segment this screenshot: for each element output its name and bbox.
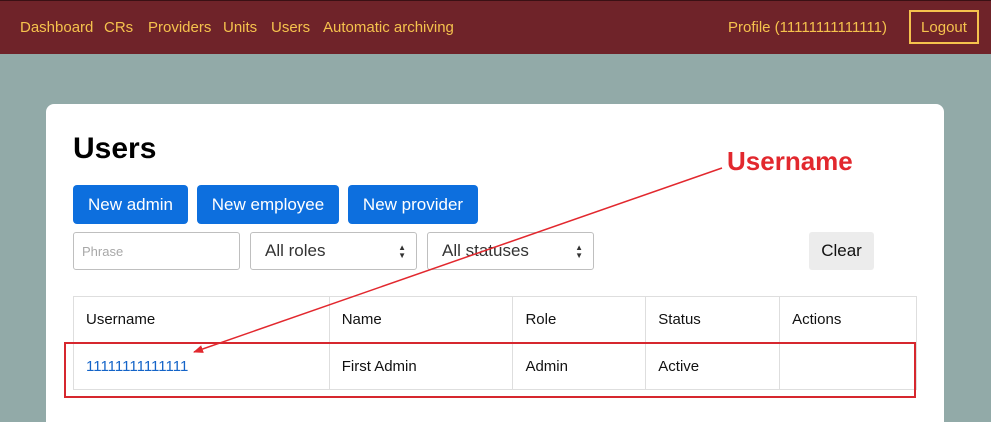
role-cell: Admin <box>512 342 647 390</box>
column-header-status: Status <box>645 296 781 343</box>
new-provider-button[interactable]: New provider <box>348 185 478 224</box>
users-table: Username Name Role Status Actions 111111… <box>73 296 917 390</box>
role-filter-select[interactable]: All roles ▲ ▼ <box>250 232 417 270</box>
status-cell: Active <box>645 342 781 390</box>
actions-cell <box>779 342 917 390</box>
username-link[interactable]: 11111111111111 <box>86 358 188 375</box>
nav-providers-link[interactable]: Providers <box>148 19 211 36</box>
column-header-name: Name <box>328 296 514 343</box>
nav-units-link[interactable]: Units <box>223 19 257 36</box>
phrase-search-input[interactable] <box>73 232 240 270</box>
nav-profile-link[interactable]: Profile (11111111111111) <box>728 19 887 36</box>
nav-automatic-archiving-link[interactable]: Automatic archiving <box>323 19 454 36</box>
new-admin-button[interactable]: New admin <box>73 185 188 224</box>
logout-button[interactable]: Logout <box>909 10 979 44</box>
role-filter-value: All roles <box>265 241 326 260</box>
top-navbar: Dashboard CRs Providers Units Users Auto… <box>0 0 991 54</box>
new-employee-button[interactable]: New employee <box>197 185 339 224</box>
nav-dashboard-link[interactable]: Dashboard <box>20 19 93 36</box>
annotation-label: Username <box>727 146 853 176</box>
name-cell: First Admin <box>328 342 514 390</box>
column-header-username: Username <box>73 296 330 343</box>
nav-crs-link[interactable]: CRs <box>104 19 133 36</box>
page-title: Users <box>73 132 157 165</box>
column-header-role: Role <box>512 296 647 343</box>
status-filter-select[interactable]: All statuses ▲ ▼ <box>427 232 594 270</box>
table-header-row: Username Name Role Status Actions <box>73 296 917 343</box>
clear-filters-button[interactable]: Clear <box>809 232 874 270</box>
username-cell: 11111111111111 <box>73 342 330 390</box>
sort-caret-icon: ▲ ▼ <box>398 243 406 260</box>
table-row: 11111111111111 First Admin Admin Active <box>73 342 917 390</box>
status-filter-value: All statuses <box>442 241 529 260</box>
nav-users-link[interactable]: Users <box>271 19 310 36</box>
column-header-actions: Actions <box>779 296 917 343</box>
sort-caret-icon: ▲ ▼ <box>575 243 583 260</box>
